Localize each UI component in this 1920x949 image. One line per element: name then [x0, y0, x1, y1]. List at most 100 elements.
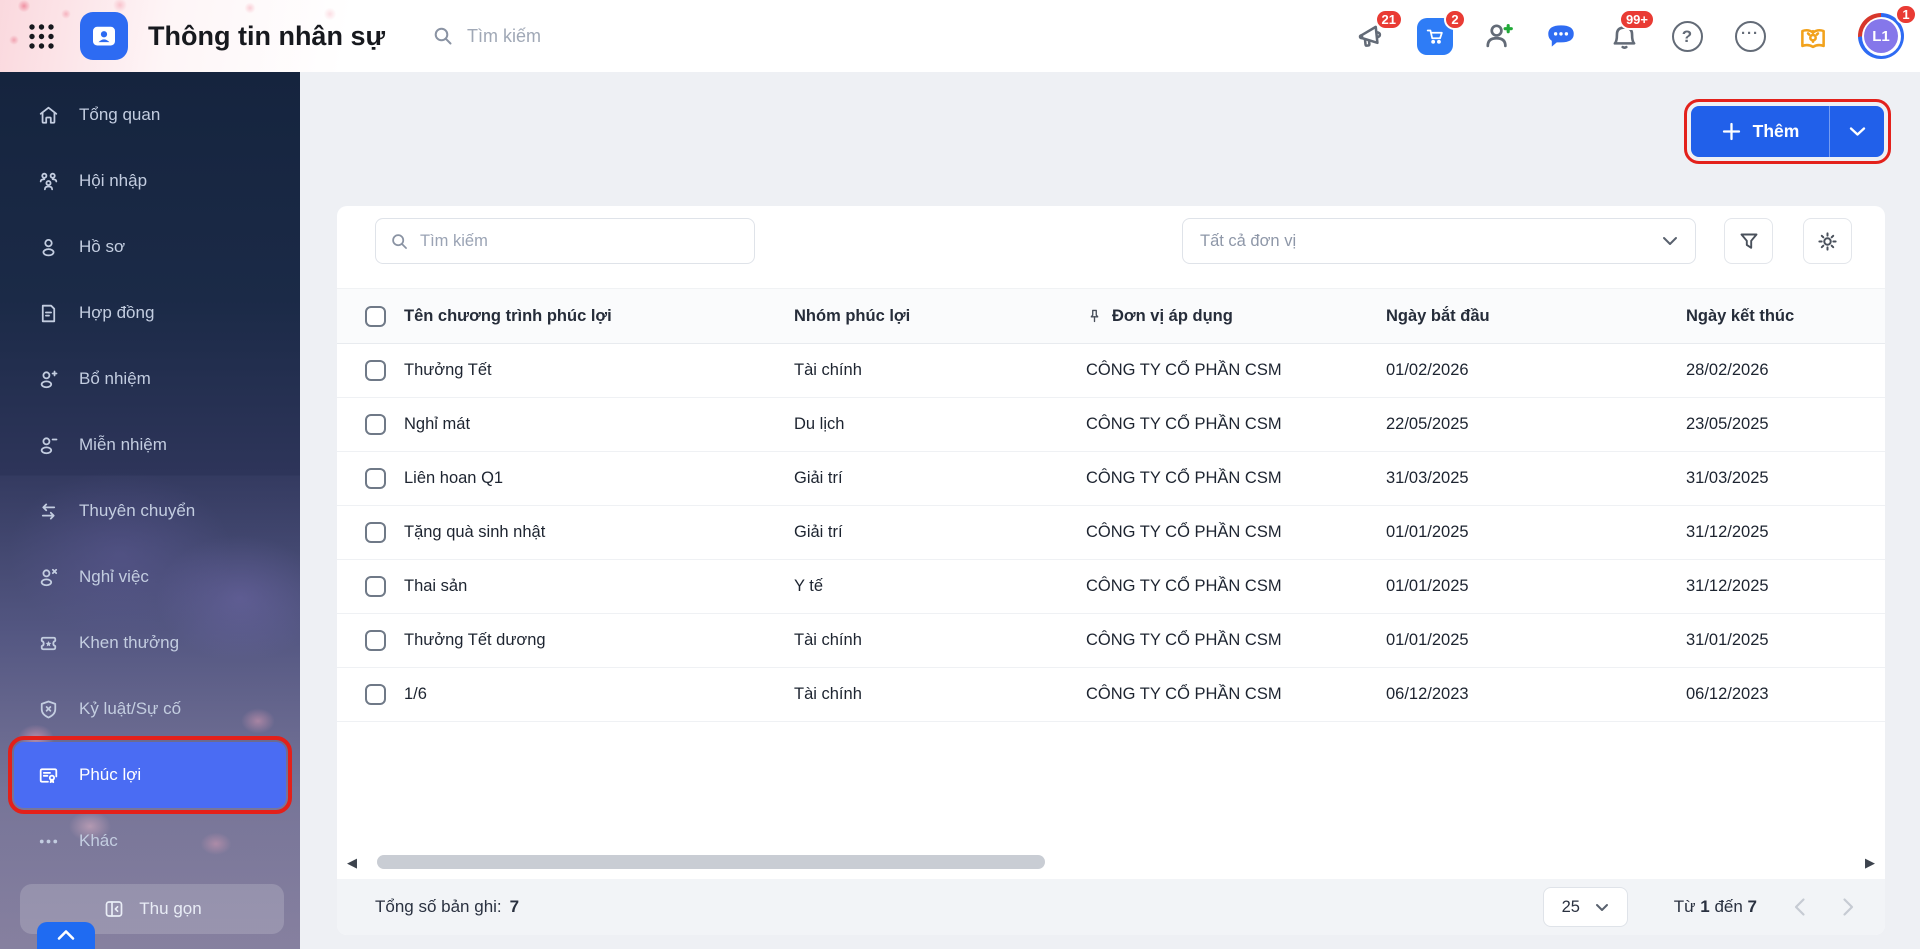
people-group-icon [39, 172, 58, 190]
sidebar-item-label: Hồ sơ [79, 237, 126, 256]
chevron-down-icon [1663, 237, 1677, 245]
header-actions: 21 2 99+ ? ··· L1 1 [1354, 0, 1917, 72]
global-search[interactable] [431, 24, 688, 48]
hr-app-icon[interactable] [80, 12, 128, 60]
horizontal-scrollbar[interactable]: ◀ ▶ [345, 853, 1877, 871]
sidebar-item-tong-quan[interactable]: Tổng quan [0, 82, 300, 148]
person-minus-icon [40, 436, 58, 454]
add-button[interactable]: Thêm [1684, 99, 1891, 164]
person-plus-icon [40, 370, 58, 388]
global-search-input[interactable] [467, 25, 688, 47]
chevron-right-icon [1843, 898, 1854, 916]
megaphone-badge: 21 [1374, 9, 1403, 30]
bell-icon[interactable]: 99+ [1606, 9, 1655, 54]
scrollbar-thumb[interactable] [377, 855, 1045, 869]
column-header-name[interactable]: Tên chương trình phúc lợi [404, 307, 794, 326]
grid-menu-icon[interactable] [24, 19, 58, 53]
table-row[interactable]: Thưởng Tết dương Tài chính CÔNG TY CỔ PH… [337, 614, 1885, 668]
add-button-label: Thêm [1752, 121, 1800, 141]
more-icon[interactable]: ··· [1732, 18, 1768, 54]
sidebar-item-label: Hợp đồng [79, 303, 155, 322]
page-size-select[interactable]: 25 [1542, 887, 1628, 927]
help-icon[interactable]: ? [1669, 18, 1705, 54]
sidebar: Tổng quan Hội nhập Hồ sơ Hợp đồng Bổ nhi… [0, 72, 300, 949]
person-add-icon[interactable] [1480, 18, 1516, 54]
sidebar-item-thuyen-chuyen[interactable]: Thuyên chuyển [0, 478, 300, 544]
total-records-value: 7 [509, 897, 520, 916]
table-row[interactable]: Thai sản Y tế CÔNG TY CỔ PHẦN CSM 01/01/… [337, 560, 1885, 614]
scroll-left-arrow[interactable]: ◀ [345, 856, 359, 869]
column-header-unit[interactable]: Đơn vị áp dụng [1086, 307, 1386, 326]
sidebar-item-label: Nghỉ việc [79, 567, 149, 586]
settings-button[interactable] [1803, 218, 1852, 264]
handbook-icon[interactable] [1795, 18, 1831, 54]
scrollbar-track[interactable] [367, 855, 1855, 869]
row-checkbox[interactable] [365, 468, 386, 489]
next-page-button[interactable] [1842, 897, 1855, 917]
chevron-down-icon [1849, 127, 1865, 136]
column-header-group[interactable]: Nhóm phúc lợi [794, 307, 1086, 326]
contract-icon [41, 304, 56, 322]
expand-button[interactable] [37, 922, 95, 949]
sidebar-item-ho-so[interactable]: Hồ sơ [0, 214, 300, 280]
prev-page-button[interactable] [1793, 897, 1806, 917]
chat-icon[interactable] [1543, 18, 1579, 54]
table-footer: Tổng số bản ghi: 7 25 Từ 1 đến 7 [337, 879, 1885, 935]
benefits-card: Tất cả đơn vị Tên chương trình p [337, 206, 1885, 935]
bell-badge: 99+ [1618, 9, 1655, 30]
sidebar-nav: Tổng quan Hội nhập Hồ sơ Hợp đồng Bổ nhi… [0, 82, 300, 874]
select-all-checkbox[interactable] [365, 305, 386, 327]
table-search[interactable] [375, 218, 755, 264]
sidebar-item-bo-nhiem[interactable]: Bổ nhiệm [0, 346, 300, 412]
sidebar-item-label: Kỷ luật/Sự cố [79, 699, 182, 718]
person-icon [42, 238, 55, 256]
sidebar-item-khen-thuong[interactable]: Khen thưởng [0, 610, 300, 676]
table-row[interactable]: Liên hoan Q1 Giải trí CÔNG TY CỔ PHẦN CS… [337, 452, 1885, 506]
sidebar-item-label: Thuyên chuyển [79, 501, 196, 520]
row-checkbox[interactable] [365, 630, 386, 651]
table-row[interactable]: Thưởng Tết Tài chính CÔNG TY CỔ PHẦN CSM… [337, 344, 1885, 398]
funnel-icon [1740, 233, 1757, 249]
table-row[interactable]: Tặng quà sinh nhật Giải trí CÔNG TY CỔ P… [337, 506, 1885, 560]
sidebar-item-nghi-viec[interactable]: Nghỉ việc [0, 544, 300, 610]
page-range: Từ 1 đến 7 [1673, 897, 1757, 916]
user-avatar[interactable]: L1 1 [1858, 4, 1917, 59]
transfer-icon [41, 503, 56, 519]
reward-ticket-icon [40, 636, 57, 650]
row-checkbox[interactable] [365, 684, 386, 705]
sidebar-item-label: Khác [79, 831, 118, 850]
page-size-value: 25 [1561, 897, 1580, 916]
table-search-input[interactable] [420, 231, 741, 251]
filter-row: Tất cả đơn vị [337, 206, 1885, 264]
row-checkbox[interactable] [365, 576, 386, 597]
column-header-start[interactable]: Ngày bắt đầu [1386, 307, 1686, 326]
scroll-right-arrow[interactable]: ▶ [1863, 856, 1877, 869]
sidebar-item-label: Tổng quan [79, 105, 161, 124]
megaphone-icon[interactable]: 21 [1354, 9, 1403, 54]
sidebar-item-mien-nhiem[interactable]: Miễn nhiệm [0, 412, 300, 478]
top-bar: Thông tin nhân sự 21 [0, 0, 1920, 72]
plus-icon [1722, 122, 1740, 141]
sidebar-item-khac[interactable]: Khác [0, 808, 300, 874]
column-header-end[interactable]: Ngày kết thúc [1686, 307, 1804, 326]
chevron-up-icon [57, 930, 75, 940]
avatar-badge: 1 [1895, 4, 1917, 25]
ellipsis-icon [39, 839, 58, 843]
table-row[interactable]: Nghỉ mát Du lịch CÔNG TY CỔ PHẦN CSM 22/… [337, 398, 1885, 452]
collapse-label: Thu gọn [139, 899, 202, 918]
row-checkbox[interactable] [365, 522, 386, 543]
sidebar-item-hoi-nhap[interactable]: Hội nhập [0, 148, 300, 214]
sidebar-item-hop-dong[interactable]: Hợp đồng [0, 280, 300, 346]
add-dropdown-caret[interactable] [1830, 106, 1884, 157]
unit-filter-select[interactable]: Tất cả đơn vị [1182, 218, 1696, 264]
unit-filter-value: Tất cả đơn vị [1200, 231, 1297, 250]
row-checkbox[interactable] [365, 414, 386, 435]
shield-x-icon [40, 700, 57, 718]
filter-button[interactable] [1724, 218, 1773, 264]
sidebar-item-ky-luat[interactable]: Kỷ luật/Sự cố [0, 676, 300, 742]
row-checkbox[interactable] [365, 360, 386, 381]
benefits-table: Tên chương trình phúc lợi Nhóm phúc lợi … [337, 288, 1885, 722]
table-row[interactable]: 1/6 Tài chính CÔNG TY CỔ PHẦN CSM 06/12/… [337, 668, 1885, 722]
cart-icon[interactable]: 2 [1417, 9, 1466, 55]
sidebar-item-phuc-loi[interactable]: Phúc lợi [8, 736, 292, 814]
